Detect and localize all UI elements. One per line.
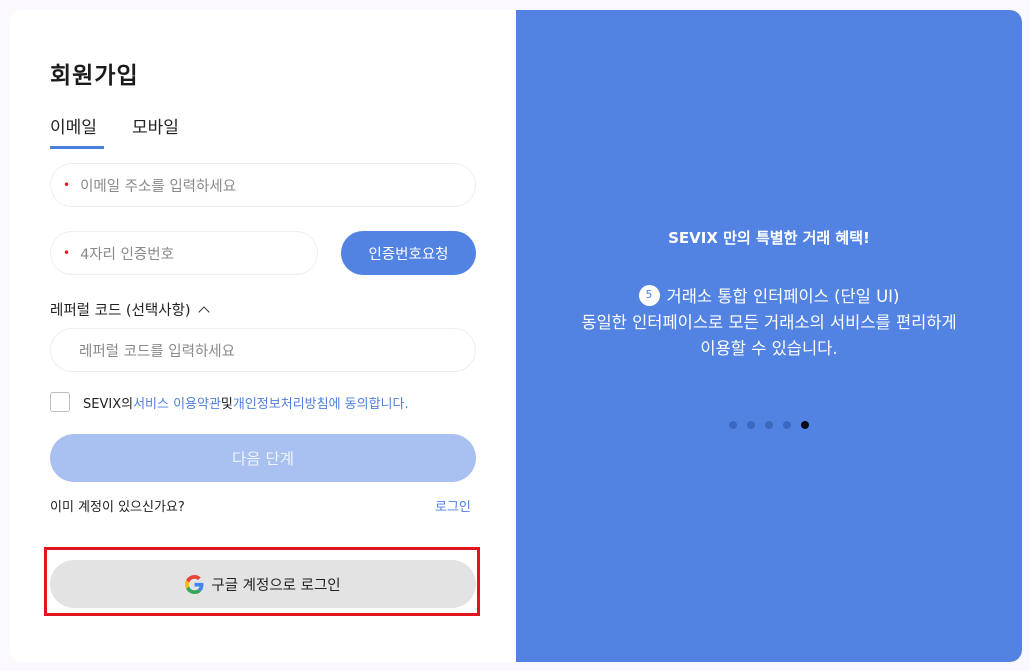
referral-code-field[interactable]: 레퍼럴 코드를 입력하세요 [50,328,476,372]
terms-prefix: SEVIX의 [83,396,134,412]
carousel-dot-active[interactable] [801,421,809,429]
page-title: 회원가입 [50,63,139,89]
login-link[interactable]: 로그인 [435,496,471,515]
email-placeholder: 이메일 주소를 입력하세요 [80,178,237,195]
carousel-dot[interactable] [729,421,737,429]
verification-code-field[interactable]: • 4자리 인증번호 [50,231,318,275]
terms-agreement: SEVIX의서비스 이용약관및개인정보처리방침에 동의합니다. [50,392,409,412]
signup-card: 회원가입 이메일 모바일 • 이메일 주소를 입력하세요 • 4자리 인증번호 … [10,10,1022,662]
referral-placeholder: 레퍼럴 코드를 입력하세요 [79,343,235,360]
referral-label: 레퍼럴 코드 (선택사항) [50,303,191,319]
carousel-dot[interactable] [783,421,791,429]
email-field[interactable]: • 이메일 주소를 입력하세요 [50,163,476,207]
privacy-policy-link[interactable]: 개인정보처리방침 [233,397,329,412]
promo-desc-line1: 동일한 인터페이스로 모든 거래소의 서비스를 편리하게 [581,313,957,332]
terms-of-service-link[interactable]: 서비스 이용약관 [133,397,221,412]
carousel-dots [729,421,819,429]
promo-panel: SEVIX 만의 특별한 거래 혜택! 5 거래소 통합 인터페이스 (단일 U… [516,10,1022,662]
google-icon [185,574,204,594]
tab-mobile[interactable]: 모바일 [132,113,179,138]
promo-description: 동일한 인터페이스로 모든 거래소의 서비스를 편리하게 이용할 수 있습니다. [516,310,1022,362]
existing-account-question: 이미 계정이 있으신가요? [50,500,185,515]
active-tab-indicator [50,146,104,149]
terms-suffix: 에 동의합니다. [328,396,409,412]
chevron-up-icon [197,306,210,318]
promo-title: SEVIX 만의 특별한 거래 혜택! [668,229,870,247]
code-placeholder: 4자리 인증번호 [80,246,174,263]
request-code-button[interactable]: 인증번호요청 [341,231,476,275]
terms-text: SEVIX의서비스 이용약관및개인정보처리방침에 동의합니다. [83,393,409,412]
required-marker: • [63,246,71,260]
signup-panel: 회원가입 이메일 모바일 • 이메일 주소를 입력하세요 • 4자리 인증번호 … [10,10,516,662]
tab-email[interactable]: 이메일 [50,113,97,138]
carousel-dot[interactable] [747,421,755,429]
required-marker: • [63,178,71,192]
slide-number-badge: 5 [638,284,660,306]
carousel-dot[interactable] [765,421,773,429]
terms-checkbox[interactable] [50,392,70,412]
promo-desc-line2: 이용할 수 있습니다. [700,339,838,358]
promo-headline-row: 5 거래소 통합 인터페이스 (단일 UI) [516,283,1022,307]
terms-and: 및 [220,396,233,412]
next-step-button[interactable]: 다음 단계 [50,434,476,482]
google-login-button[interactable]: 구글 계정으로 로그인 [50,560,476,608]
google-button-label: 구글 계정으로 로그인 [211,577,341,594]
promo-headline: 거래소 통합 인터페이스 (단일 UI) [666,287,900,306]
referral-toggle[interactable]: 레퍼럴 코드 (선택사항) [50,299,210,320]
